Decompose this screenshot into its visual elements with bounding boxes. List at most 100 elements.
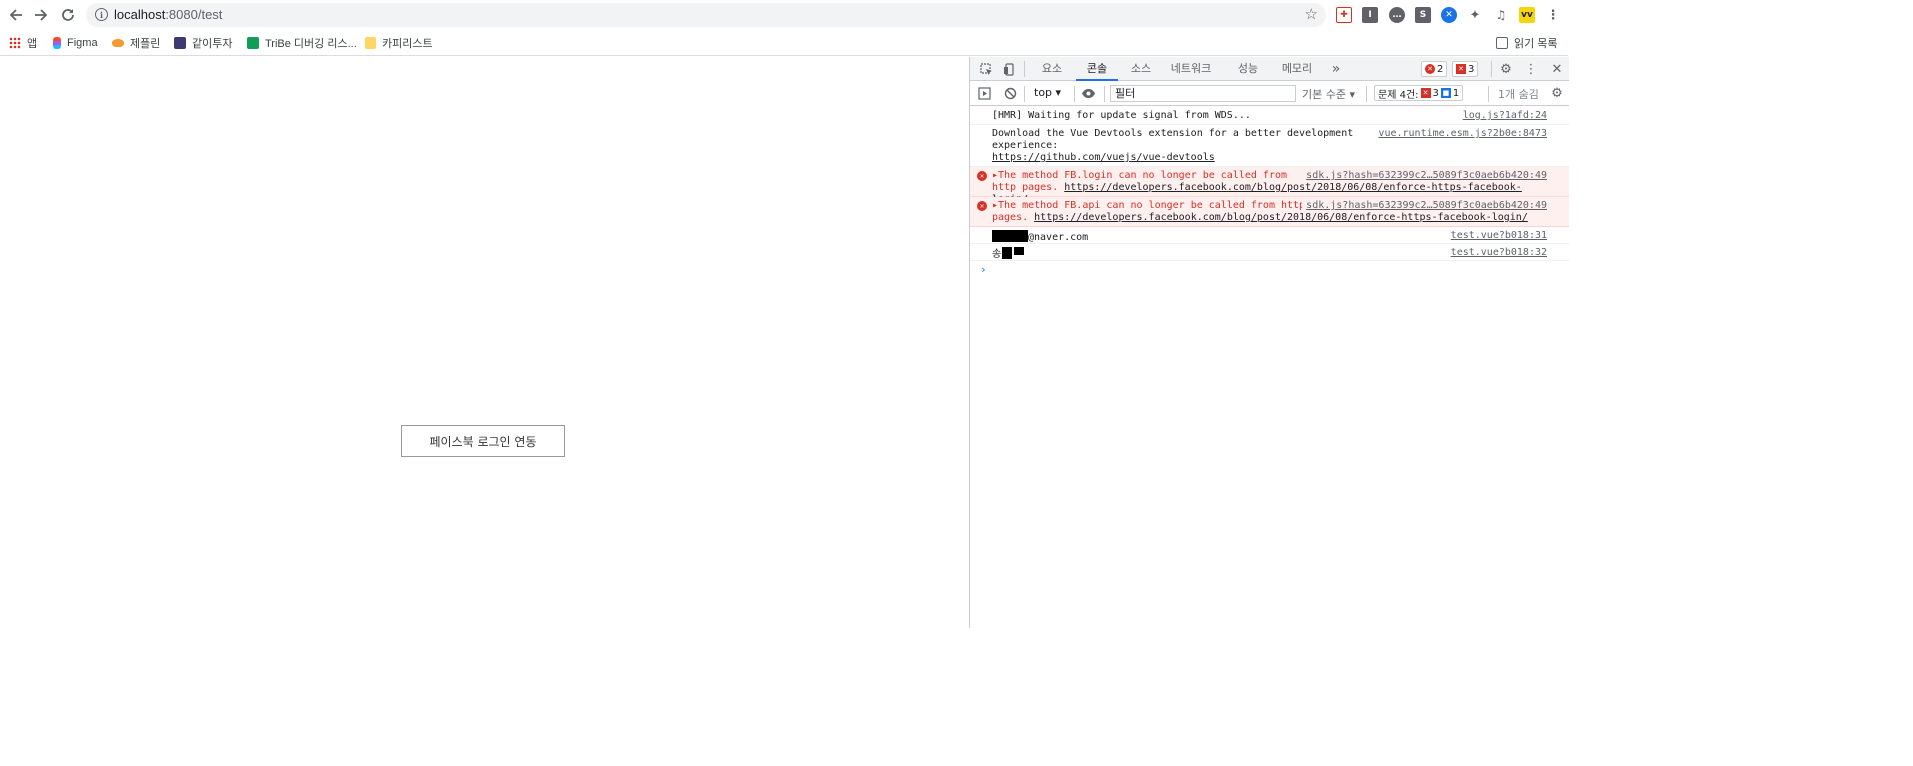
url-text[interactable]: localhost:8080/test — [114, 7, 222, 22]
warning-count-badge[interactable]: ✕ 3 — [1452, 61, 1479, 77]
address-bar[interactable]: i localhost:8080/test ☆ — [86, 3, 1326, 27]
bookmarks-bar: 앱 Figma 제플린 같이투자 TriBe 디버깅 리스... 카피리스트 읽… — [0, 30, 1568, 56]
error-count-badge[interactable]: ✕ 2 — [1421, 61, 1448, 77]
issue-error-icon: ✕ — [1420, 88, 1431, 98]
tab-console[interactable]: 콘솔 — [1076, 57, 1118, 81]
show-sidebar-icon[interactable] — [976, 85, 992, 101]
console-filter-input[interactable]: 필터 — [1110, 85, 1296, 102]
tab-performance[interactable]: 성능 — [1228, 57, 1268, 81]
console-output: [HMR] Waiting for update signal from WDS… — [970, 107, 1569, 279]
error-icon: ✕ — [977, 201, 987, 211]
bookmark-label: 앱 — [27, 38, 38, 50]
message-source-link[interactable]: vue.runtime.esm.js?2b0e:8473 — [1378, 128, 1547, 140]
extensions-puzzle-icon[interactable]: ✦ — [1467, 7, 1483, 23]
context-value: top — [1034, 86, 1053, 99]
forward-arrow-icon[interactable] — [31, 5, 51, 25]
issues-button[interactable]: 문제 4건: ✕ 3 ■ 1 — [1374, 85, 1464, 101]
menu-kebab-icon[interactable]: ⋮ — [1545, 7, 1561, 23]
extension-i-icon[interactable]: I — [1362, 7, 1378, 23]
prompt-chevron-icon: › — [980, 263, 987, 276]
redacted-block — [1014, 247, 1025, 255]
log-level-dropdown[interactable]: 기본 수준 ▾ — [1302, 86, 1355, 102]
toolbar-divider — [1366, 86, 1367, 102]
bookmark-label: Figma — [67, 37, 98, 49]
reload-icon[interactable] — [58, 5, 78, 25]
error-count: 2 — [1437, 63, 1444, 75]
inspect-element-icon[interactable] — [978, 61, 994, 77]
live-expression-eye-icon[interactable] — [1080, 85, 1096, 101]
bookmark-label: 카피리스트 — [382, 38, 433, 50]
message-text: 송 — [992, 249, 1002, 260]
bookmark-tribe-debug[interactable]: TriBe 디버깅 리스... — [247, 34, 357, 52]
bookmark-apps[interactable]: 앱 — [9, 34, 37, 52]
extension-plus-icon[interactable]: ✚ — [1336, 7, 1352, 23]
reading-list[interactable]: 읽기 목록 — [1496, 34, 1558, 52]
close-devtools-icon[interactable]: ✕ — [1549, 61, 1565, 77]
console-error-message: ✕ ▸The method FB.api can no longer be ca… — [970, 197, 1569, 227]
clear-console-icon[interactable] — [1002, 85, 1018, 101]
issue-icon: ✕ — [1456, 64, 1466, 74]
bookmark-figma[interactable]: Figma — [53, 34, 98, 52]
reading-list-icon — [1496, 37, 1508, 49]
toolbar-divider — [1074, 86, 1075, 102]
zeplin-icon — [112, 39, 124, 47]
devtools-menu-kebab-icon[interactable]: ⋮ — [1523, 61, 1539, 77]
issues-label: 문제 4건: — [1378, 89, 1419, 101]
tab-network[interactable]: 네트워크 — [1165, 57, 1217, 81]
console-settings-gear-icon[interactable]: ⚙ — [1549, 85, 1565, 101]
tab-memory[interactable]: 메모리 — [1276, 57, 1318, 81]
extension-blue-icon[interactable]: ✕ — [1441, 7, 1457, 23]
context-selector[interactable]: top ▾ — [1034, 86, 1061, 99]
error-icon: ✕ — [977, 171, 987, 181]
extension-chat-icon[interactable]: … — [1389, 7, 1405, 23]
bookmark-label: 같이투자 — [192, 38, 233, 50]
extension-vv-icon[interactable]: vv — [1519, 7, 1535, 23]
warning-count: 3 — [1468, 63, 1475, 75]
message-text-cont: http pages. — [992, 182, 1059, 193]
tab-elements[interactable]: 요소 — [1034, 57, 1070, 81]
together-invest-icon — [174, 37, 186, 49]
toolbar-divider — [1488, 86, 1489, 102]
apps-grid-icon — [9, 37, 21, 49]
tab-sources[interactable]: 소스 — [1123, 57, 1159, 81]
console-prompt[interactable]: › — [970, 261, 1569, 279]
log-level-value: 기본 수준 — [1302, 88, 1346, 101]
message-source-link[interactable]: test.vue?b018:32 — [1451, 247, 1547, 259]
devtools-tabbar: 요소 콘솔 소스 네트워크 성능 메모리 » ✕ 2 ✕ 3 ⚙ ⋮ ✕ — [970, 57, 1569, 81]
console-message: @naver.com test.vue?b018:31 — [970, 227, 1569, 244]
message-source-link[interactable]: sdk.js?hash=632399c2…5089f3c0aeb6b420:49 — [1302, 170, 1547, 182]
facebook-login-button[interactable]: 페이스북 로그인 연동 — [401, 425, 565, 457]
tabbar-divider — [1491, 61, 1492, 77]
folder-icon — [365, 37, 376, 49]
extension-s-icon[interactable]: S — [1415, 7, 1431, 23]
issue-info-icon: ■ — [1440, 88, 1451, 98]
message-source-link[interactable]: test.vue?b018:31 — [1451, 230, 1547, 242]
site-info-icon[interactable]: i — [95, 8, 108, 21]
message-text: The method FB.login can no longer be cal… — [998, 170, 1288, 181]
console-message: Download the Vue Devtools extension for … — [970, 125, 1569, 167]
message-text-cont: pages. — [992, 212, 1029, 223]
facebook-blog-link[interactable]: https://developers.facebook.com/blog/pos… — [1034, 212, 1528, 223]
media-queue-icon[interactable]: ♫ — [1493, 7, 1509, 23]
message-text-cont: experience: — [992, 140, 1059, 151]
bookmark-star-icon[interactable]: ☆ — [1305, 5, 1318, 23]
bookmark-zeplin[interactable]: 제플린 — [112, 34, 160, 52]
back-arrow-icon[interactable] — [6, 5, 26, 25]
bookmark-copylist[interactable]: 카피리스트 — [365, 34, 433, 52]
message-text: The method FB.api can no longer be calle… — [998, 200, 1306, 211]
error-icon: ✕ — [1425, 64, 1435, 74]
more-tabs-chevron-icon[interactable]: » — [1324, 57, 1348, 81]
bookmark-together-invest[interactable]: 같이투자 — [174, 34, 232, 52]
console-message: 송 test.vue?b018:32 — [970, 244, 1569, 261]
message-source-link[interactable]: log.js?1afd:24 — [1463, 110, 1547, 122]
figma-icon — [53, 37, 61, 49]
browser-toolbar: i localhost:8080/test ☆ ✚ I … S ✕ ✦ ♫ vv… — [0, 0, 1568, 30]
issues-info-count: 1 — [1452, 87, 1460, 99]
hidden-count: 1개 숨김 — [1498, 88, 1539, 101]
message-source-link[interactable]: sdk.js?hash=632399c2…5089f3c0aeb6b420:49 — [1302, 200, 1547, 212]
device-toolbar-icon[interactable] — [1001, 61, 1017, 77]
settings-gear-icon[interactable]: ⚙ — [1498, 61, 1514, 77]
console-message: [HMR] Waiting for update signal from WDS… — [970, 107, 1569, 125]
redacted-block — [1002, 247, 1013, 259]
vue-devtools-link[interactable]: https://github.com/vuejs/vue-devtools — [992, 152, 1547, 164]
